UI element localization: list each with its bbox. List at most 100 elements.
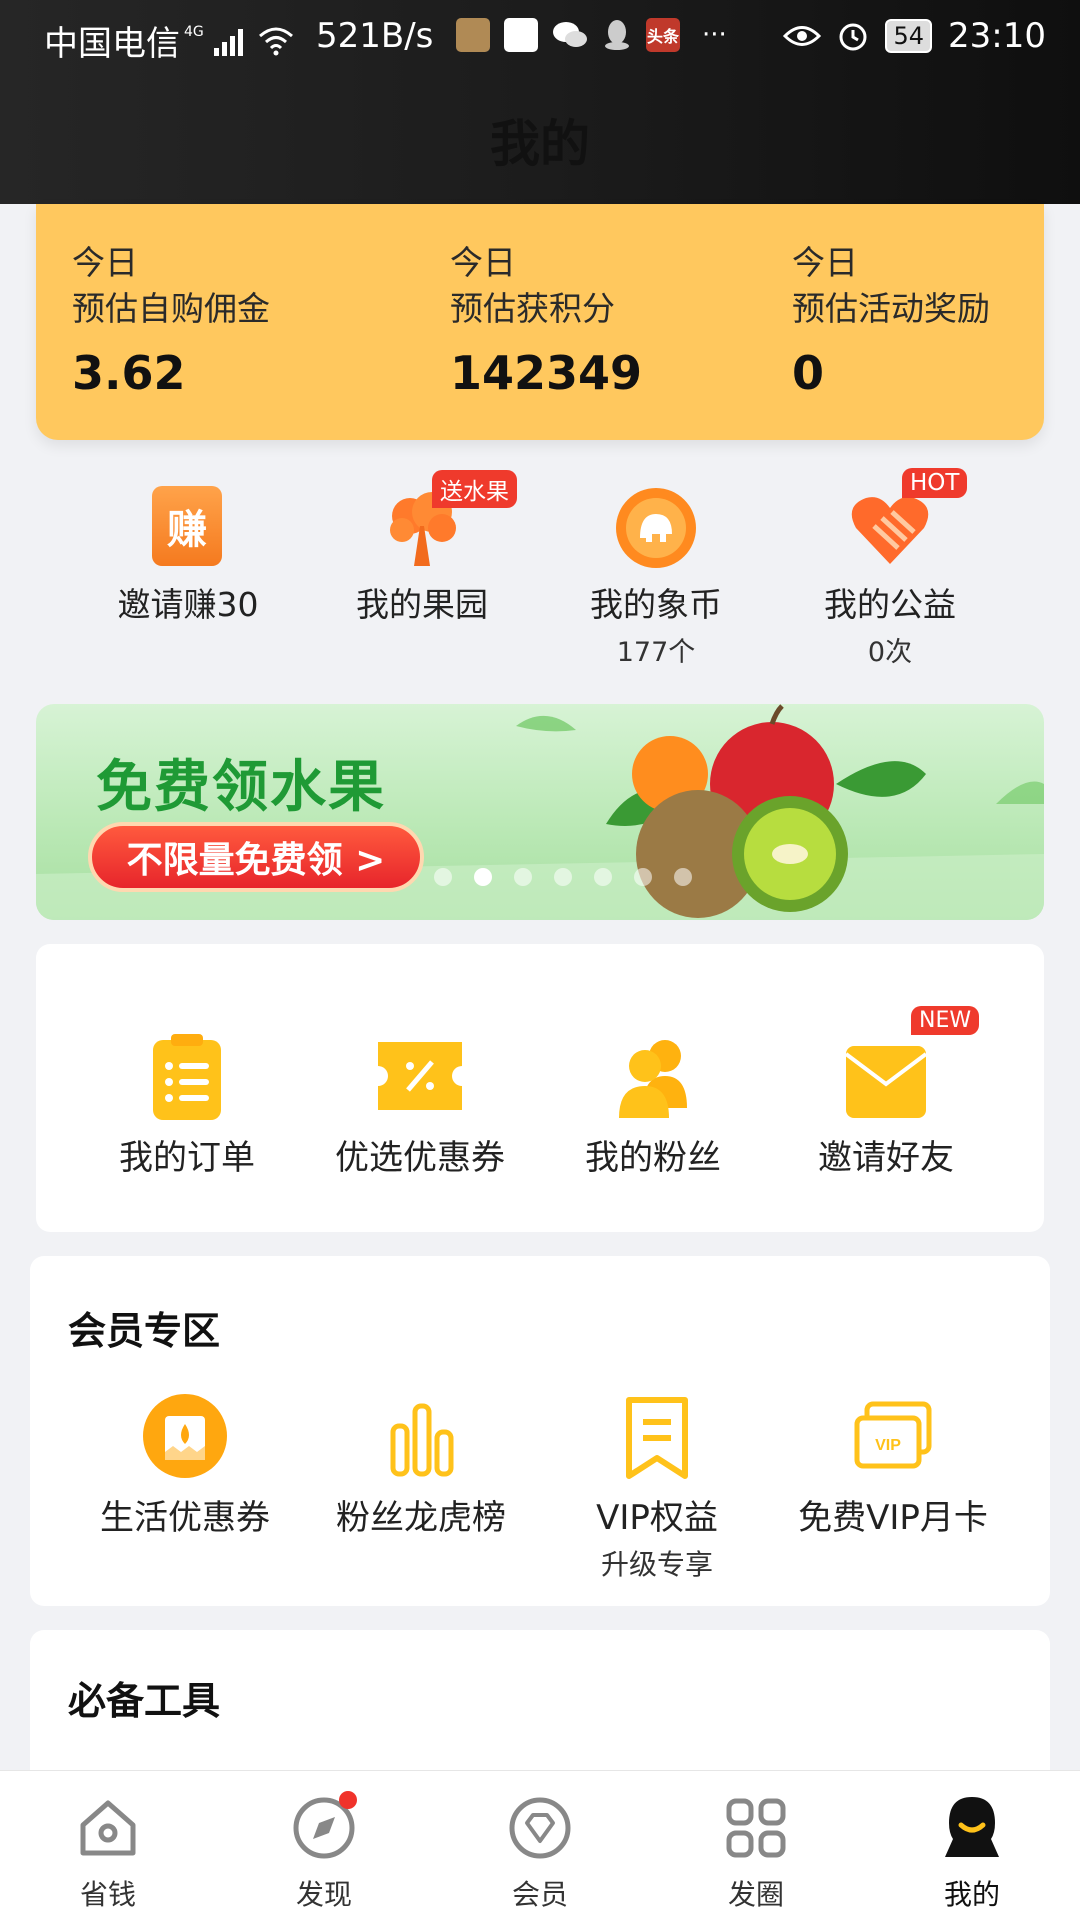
ranking-bars-icon xyxy=(371,1392,471,1482)
carousel-indicator[interactable] xyxy=(434,868,692,886)
tab-label: 省钱 xyxy=(79,1878,136,1911)
vip-card-icon: VIP xyxy=(843,1392,943,1482)
vip-bookmark-icon xyxy=(607,1392,707,1482)
coupons-button[interactable]: 优选优惠券 xyxy=(305,1032,535,1179)
more-notifications-icon: ··· xyxy=(702,20,727,50)
elephant-coins-link[interactable]: 我的象币 177个 xyxy=(556,468,756,669)
toutiao-icon: 头条 xyxy=(646,18,680,52)
top-bar: 中国电信 4G 521B/s 头条 ··· 54 23:10 我的 xyxy=(0,0,1080,204)
wechat-icon xyxy=(553,22,587,47)
grid-label: 优选优惠券 xyxy=(335,1138,505,1178)
my-orders-button[interactable]: 我的订单 xyxy=(72,1032,302,1179)
grid-label: 免费VIP月卡 xyxy=(798,1498,988,1538)
carrier-label: 中国电信 xyxy=(44,24,180,64)
tab-mine[interactable]: 我的 xyxy=(864,1771,1080,1920)
grid-sub-label: 升级专享 xyxy=(600,1548,713,1581)
app-notification-icon xyxy=(504,18,538,52)
life-coupon-icon xyxy=(135,1392,235,1482)
earnings-points[interactable]: 今日 预估获积分 142349 xyxy=(450,240,642,400)
tab-label: 发现 xyxy=(295,1878,352,1911)
quick-link-label: 我的公益 xyxy=(824,585,956,624)
carousel-dot[interactable] xyxy=(674,868,692,886)
coupon-icon xyxy=(370,1032,470,1122)
vip-card-icon-text: VIP xyxy=(875,1437,901,1454)
home-icon xyxy=(73,1793,143,1863)
tab-moments[interactable]: 发圈 xyxy=(648,1771,864,1920)
network-speed: 521B/s xyxy=(316,16,434,56)
status-bar: 中国电信 4G 521B/s 头条 ··· 54 23:10 xyxy=(0,0,1080,74)
eye-icon xyxy=(783,26,822,46)
carousel-dot-active[interactable] xyxy=(474,868,492,886)
earnings-label: 预估自购佣金 xyxy=(72,289,270,328)
earn-icon-glyph: 赚 xyxy=(152,486,222,566)
grid-label: 我的粉丝 xyxy=(585,1138,721,1178)
carousel-dot[interactable] xyxy=(554,868,572,886)
order-clipboard-icon xyxy=(137,1032,237,1122)
earnings-label: 预估获积分 xyxy=(450,289,615,328)
profile-icon xyxy=(937,1793,1007,1863)
my-fans-button[interactable]: 我的粉丝 xyxy=(538,1032,768,1179)
earnings-value: 0 xyxy=(792,346,825,400)
fans-icon xyxy=(603,1032,703,1122)
compass-icon xyxy=(289,1791,359,1863)
invite-earn-link[interactable]: 赚 邀请赚30 xyxy=(88,468,288,626)
bottom-tab-bar: 省钱 发现 会员 发圈 我的 xyxy=(0,1770,1080,1920)
grid-label: 我的订单 xyxy=(119,1138,255,1178)
earn-icon: 赚 xyxy=(146,486,230,570)
member-zone-card: 会员专区 生活优惠券 粉丝龙虎榜 VIP权益 升级专享 VIP 免费VIP月卡 xyxy=(30,1256,1050,1606)
earnings-label-day: 今日 xyxy=(72,243,138,282)
tab-member[interactable]: 会员 xyxy=(432,1771,648,1920)
earnings-label: 预估活动奖励 xyxy=(792,289,990,328)
notification-icons: 头条 ··· xyxy=(456,18,727,52)
gift-fruit-tag: 送水果 xyxy=(432,470,517,508)
free-fruit-banner[interactable]: 免费领水果 不限量免费领 > xyxy=(36,704,1044,920)
free-claim-button[interactable]: 不限量免费领 > xyxy=(88,822,424,892)
earnings-activity-reward[interactable]: 今日 预估活动奖励 0 xyxy=(792,240,990,400)
quick-link-label: 我的象币 xyxy=(590,585,722,624)
banner-title: 免费领水果 xyxy=(96,755,386,820)
tab-save-money[interactable]: 省钱 xyxy=(0,1771,216,1920)
clock: 23:10 xyxy=(948,16,1046,56)
signal-icon xyxy=(213,28,243,56)
earnings-label-day: 今日 xyxy=(450,243,516,282)
network-type: 4G xyxy=(184,23,204,40)
notification-dot xyxy=(339,1791,357,1809)
quick-link-label: 我的果园 xyxy=(356,585,488,624)
vip-benefits-button[interactable]: VIP权益 升级专享 xyxy=(542,1392,772,1583)
page-title: 我的 xyxy=(490,115,590,173)
tab-label: 我的 xyxy=(943,1878,1000,1911)
member-zone-title: 会员专区 xyxy=(68,1309,221,1353)
elephant-coin-count: 177个 xyxy=(616,637,696,668)
app-notification-icon xyxy=(456,18,490,52)
earnings-commission[interactable]: 今日 预估自购佣金 3.62 xyxy=(72,240,270,400)
my-page: 中国电信 4G 521B/s 头条 ··· 54 23:10 我的 今日 预估自… xyxy=(0,0,1080,1920)
qq-icon xyxy=(605,20,629,50)
tab-discover[interactable]: 发现 xyxy=(216,1771,432,1920)
tab-label: 发圈 xyxy=(727,1878,784,1911)
charity-link[interactable]: HOT 我的公益 0次 xyxy=(790,468,990,669)
new-tag: NEW xyxy=(911,1006,980,1035)
carousel-dot[interactable] xyxy=(594,868,612,886)
diamond-icon xyxy=(505,1793,575,1863)
earnings-summary-card[interactable]: 今日 预估自购佣金 3.62 今日 预估获积分 142349 今日 预估活动奖励… xyxy=(36,204,1044,440)
main-functions-card: 我的订单 优选优惠券 我的粉丝 NEW 邀请好友 xyxy=(36,944,1044,1232)
fans-ranking-button[interactable]: 粉丝龙虎榜 xyxy=(306,1392,536,1539)
carousel-dot[interactable] xyxy=(514,868,532,886)
invite-friends-button[interactable]: NEW 邀请好友 xyxy=(771,1006,1001,1179)
life-coupon-button[interactable]: 生活优惠券 xyxy=(70,1392,300,1539)
hot-tag: HOT xyxy=(902,468,968,498)
quick-link-label: 邀请赚30 xyxy=(117,585,259,624)
my-orchard-link[interactable]: 送水果 我的果园 xyxy=(322,468,522,626)
carousel-dot[interactable] xyxy=(634,868,652,886)
charity-count: 0次 xyxy=(867,637,913,668)
carousel-dot[interactable] xyxy=(434,868,452,886)
grid-label: VIP权益 xyxy=(596,1498,718,1538)
heart-icon xyxy=(848,486,932,570)
invite-envelope-icon xyxy=(836,1032,936,1122)
grid-label: 邀请好友 xyxy=(818,1138,954,1178)
quick-links: 赚 邀请赚30 送水果 我的果园 我的象币 177个 HOT 我的公益 0次 xyxy=(0,468,1080,668)
alarm-icon xyxy=(839,23,867,51)
earnings-value: 142349 xyxy=(450,346,643,400)
free-vip-card-button[interactable]: VIP 免费VIP月卡 xyxy=(778,1392,1008,1539)
grid-label: 生活优惠券 xyxy=(100,1498,270,1538)
